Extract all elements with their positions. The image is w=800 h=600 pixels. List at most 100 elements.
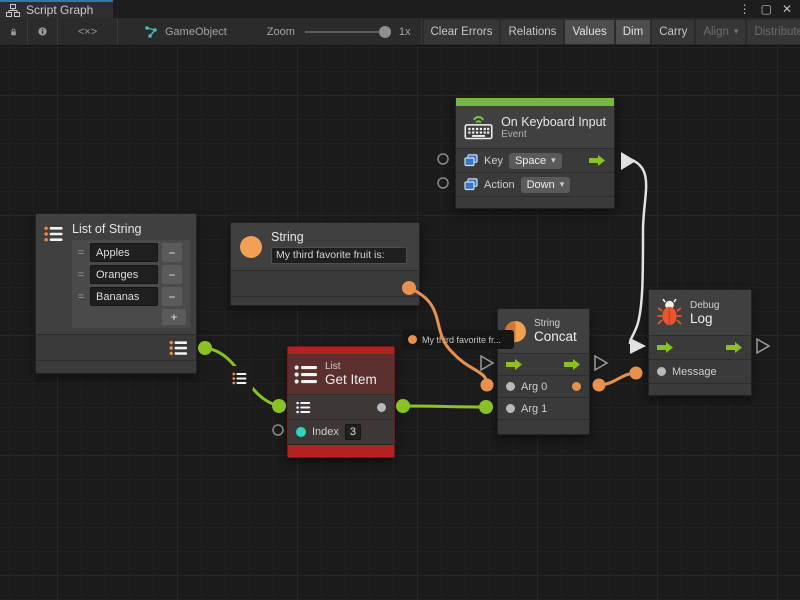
list-input-row (288, 394, 394, 419)
drag-handle[interactable]: = (76, 269, 86, 281)
list-item-input[interactable] (90, 265, 158, 284)
string-type-icon (239, 235, 263, 259)
concat-trigger-out-empty[interactable] (595, 356, 607, 370)
key-dropdown[interactable]: Space (509, 153, 562, 169)
wire-value-text: My third favorite fr... (422, 335, 501, 345)
list-item-input[interactable] (90, 243, 158, 262)
getitem-index-port-empty[interactable] (273, 425, 283, 435)
maximize-icon[interactable]: ▢ (761, 2, 772, 16)
node-title: Log (690, 311, 719, 326)
close-icon[interactable]: ✕ (782, 2, 792, 16)
action-dropdown[interactable]: Down (521, 177, 571, 193)
node-string-literal[interactable]: String (230, 222, 420, 306)
log-trigger-out-empty[interactable] (757, 339, 769, 353)
log-trigger-in-connector[interactable] (630, 338, 646, 354)
node-category: Debug (690, 300, 719, 311)
trigger-input-port[interactable] (657, 342, 674, 353)
keyboard-trigger-out-connector[interactable] (621, 152, 636, 170)
remove-item-button[interactable]: − (162, 287, 182, 306)
port-row-action: Action Down (456, 172, 614, 196)
wire-keyboard-to-log[interactable] (630, 160, 646, 344)
trigger-output-port[interactable] (726, 342, 743, 353)
relations-button[interactable]: Relations (501, 20, 563, 44)
info-button[interactable] (28, 18, 58, 45)
string-value-dot (408, 335, 417, 344)
wire-value-badge-list (226, 366, 253, 391)
node-footer (36, 360, 196, 373)
index-input-row: Index (288, 419, 394, 444)
node-footer (456, 196, 614, 208)
add-item-button[interactable]: + (162, 309, 186, 325)
concat-arg1-connector[interactable] (479, 400, 493, 414)
tab-script-graph[interactable]: Script Graph (0, 0, 113, 18)
node-category: List (325, 361, 377, 372)
dim-button[interactable]: Dim (616, 20, 650, 44)
trigger-input-port[interactable] (506, 359, 523, 370)
values-button[interactable]: Values (565, 20, 613, 44)
distribute-button[interactable]: Distribute (747, 20, 800, 44)
carry-button[interactable]: Carry (652, 20, 694, 44)
node-subtitle: Event (501, 129, 606, 140)
align-button[interactable]: Align (696, 20, 745, 44)
drag-handle[interactable]: = (76, 291, 86, 303)
list-output-connector[interactable] (198, 341, 212, 355)
log-message-connector[interactable] (630, 367, 643, 380)
trigger-output-port[interactable] (589, 155, 606, 166)
index-port[interactable] (296, 427, 306, 437)
wire-getitem-to-concat[interactable] (403, 406, 486, 407)
node-debug-log[interactable]: Debug Log Message (648, 289, 752, 396)
arg0-row: Arg 0 (498, 375, 589, 397)
node-title: List of String (72, 222, 190, 236)
string-value-input[interactable] (271, 247, 407, 264)
wire-concat-to-log[interactable] (599, 373, 636, 385)
string-output-row (231, 270, 419, 296)
arg0-port[interactable] (506, 382, 515, 391)
node-on-keyboard-input[interactable]: On Keyboard Input Event Key Space (455, 97, 615, 209)
node-concat[interactable]: String Concat Arg 0 (497, 308, 590, 435)
item-output-port[interactable] (377, 403, 386, 412)
concat-output-connector[interactable] (593, 379, 606, 392)
action-port-label: Action (484, 179, 515, 191)
concat-arg0-connector[interactable] (481, 379, 494, 392)
result-output-port[interactable] (572, 382, 581, 391)
trigger-row (649, 335, 751, 359)
keyboard-key-port-empty[interactable] (438, 154, 448, 164)
getitem-output-connector[interactable] (396, 399, 410, 413)
gameobject-context[interactable]: GameObject (136, 18, 235, 45)
title-bar: Script Graph ⋮ ▢ ✕ (0, 0, 800, 18)
clear-errors-button[interactable]: Clear Errors (424, 20, 500, 44)
remove-item-button[interactable]: − (162, 265, 182, 284)
lock-button[interactable] (0, 18, 28, 45)
remove-item-button[interactable]: − (162, 243, 182, 262)
zoom-slider[interactable] (305, 31, 389, 33)
node-list-of-string[interactable]: List of String = − = − = (35, 213, 197, 374)
keycode-type-icon (464, 154, 478, 167)
list-item-input[interactable] (90, 287, 158, 306)
action-dropdown-value: Down (527, 179, 555, 191)
list-editor: = − = − = − (72, 240, 190, 328)
code-view-toggle[interactable]: <×> (58, 18, 118, 45)
arg0-label: Arg 0 (521, 381, 547, 393)
index-value-input[interactable] (345, 424, 361, 440)
list-port-icon[interactable] (296, 401, 311, 414)
error-strip-bottom (288, 444, 394, 457)
node-get-item[interactable]: List Get Item Index (287, 346, 395, 458)
bug-icon (657, 299, 682, 327)
getitem-input-connector[interactable] (272, 399, 286, 413)
window-menu-icon[interactable]: ⋮ (739, 2, 751, 16)
node-title: Get Item (325, 372, 377, 387)
drag-handle[interactable]: = (76, 247, 86, 259)
arg1-row: Arg 1 (498, 397, 589, 419)
zoom-slider-handle[interactable] (379, 26, 391, 38)
concat-trigger-in-empty[interactable] (481, 356, 493, 370)
lock-icon (10, 25, 17, 39)
node-footer (649, 383, 751, 395)
message-port[interactable] (657, 367, 666, 376)
list-value-icon (232, 372, 247, 385)
trigger-output-port[interactable] (564, 359, 581, 370)
keyboard-action-port-empty[interactable] (438, 178, 448, 188)
list-output-port[interactable] (169, 340, 188, 356)
node-title: String (271, 230, 407, 244)
arg1-port[interactable] (506, 404, 515, 413)
graph-canvas[interactable]: On Keyboard Input Event Key Space (0, 46, 800, 600)
